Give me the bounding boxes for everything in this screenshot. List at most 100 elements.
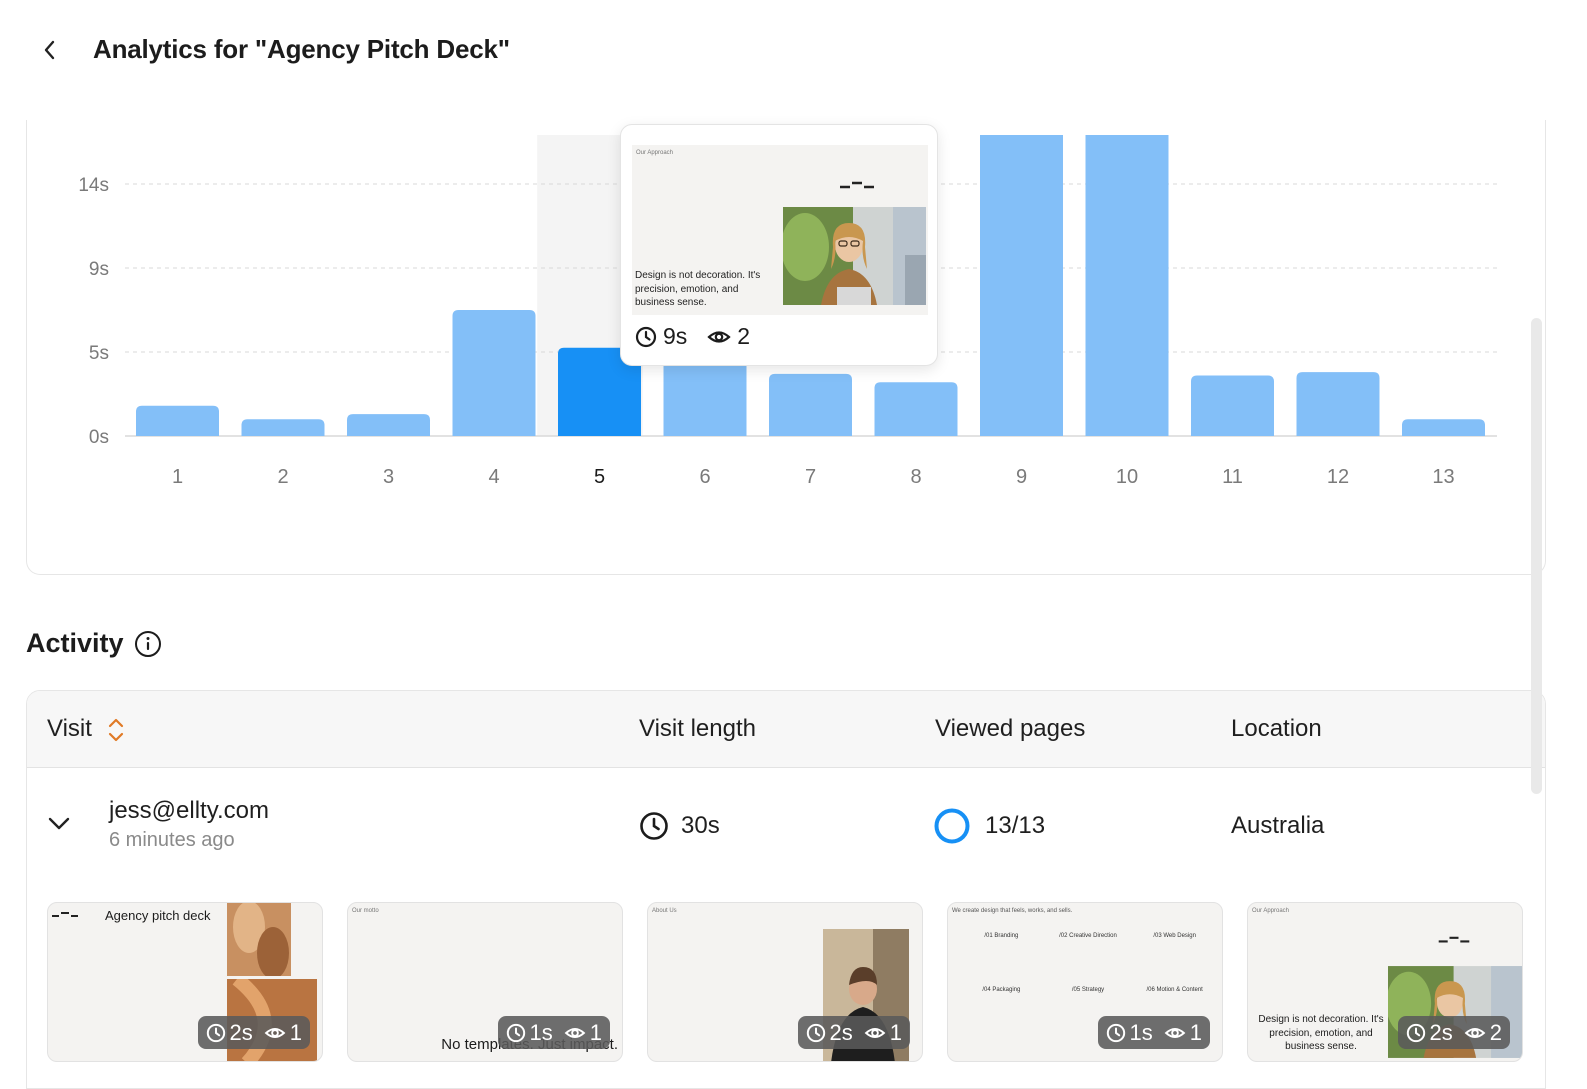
eye-icon [1464,1027,1486,1038]
y-tick-label: 14s [78,175,109,196]
eye-icon [1164,1027,1186,1038]
page-time: 2s [829,1019,853,1045]
scrollbar-thumb[interactable] [1531,318,1542,794]
x-tick-label: 11 [1222,466,1243,488]
chart-bar[interactable] [874,382,958,436]
y-tick-label: 9s [89,259,109,280]
clock-icon [806,1023,825,1042]
table-row[interactable]: jess@ellty.com 6 minutes ago 30s 13/13 A… [27,769,1545,889]
viewed-pages-value: 13/13 [985,812,1046,839]
progress-ring-icon [934,808,970,844]
tooltip-stats: 9s 2 [635,323,762,350]
clock-icon [640,812,668,840]
page-thumbnail[interactable]: Our motto No templates. Just impact. 1s … [347,902,623,1062]
page-time: 1s [529,1019,553,1045]
x-tick-label: 8 [910,466,921,488]
chevron-down-icon[interactable] [45,809,73,837]
clock-icon [1106,1023,1125,1042]
page-thumbnail[interactable]: Our Approach Design is not decoration. I… [1247,902,1523,1062]
y-tick-label: 5s [89,343,109,364]
tooltip-views: 2 [737,323,751,349]
column-location: Location [1231,715,1322,742]
chart-bar[interactable] [1191,375,1274,436]
page-thumbnail[interactable]: About Us 2s 1 [647,902,923,1062]
service-item: /05 Strategy [1071,987,1105,993]
visit-length-cell: 30s [639,811,720,841]
wood-photo [227,903,291,976]
slide-label: Our motto [352,908,379,914]
column-visit-length: Visit length [639,715,756,742]
chart-bar[interactable] [136,405,219,436]
slide-label: Our Approach [636,150,674,156]
slide-label: Our Approach [1252,908,1290,914]
chart-bar[interactable] [1402,419,1485,436]
x-tick-label: 12 [1327,466,1349,488]
slide-quote: Design is not decoration. It's precision… [635,270,761,308]
chart-bar[interactable] [241,419,325,436]
table-header: Visit Visit length Viewed pages Location [27,691,1545,768]
eye-icon [707,330,731,343]
page-views: 2 [1489,1019,1502,1045]
x-tick-label: 7 [805,466,816,488]
activity-heading: Activity [26,628,162,659]
chart-bar[interactable] [1085,135,1169,436]
column-viewed-pages: Viewed pages [935,715,1086,742]
activity-table: Visit Visit length Viewed pages Location… [26,690,1546,1089]
page-time: 2s [229,1019,253,1045]
column-visit-label: Visit [47,715,92,742]
brand-logo-icon [52,912,78,917]
x-tick-label: 10 [1116,466,1138,488]
info-icon[interactable] [134,630,162,658]
chart-bar[interactable] [980,135,1063,436]
bar-tooltip: Our Approach Design is not decoration. I… [620,124,938,366]
page-time: 2s [1429,1019,1453,1045]
eye-icon [264,1027,286,1038]
page-stats-badge: 1s 1 [497,1016,610,1049]
brand-logo-icon [1438,936,1470,943]
slide-title: Agency pitch deck [105,908,211,923]
sort-icon[interactable] [107,717,125,743]
page-views: 1 [889,1019,902,1045]
page-stats-badge: 1s 1 [1097,1016,1210,1049]
x-tick-label: 3 [383,466,394,488]
x-tick-label: 5 [594,466,605,488]
eye-icon [864,1027,886,1038]
location-value: Australia [1231,812,1325,839]
x-tick-label: 6 [699,466,710,488]
page-thumbnail[interactable]: Agency pitch deck 2s 1 [47,902,323,1062]
chart-bar[interactable] [452,310,536,436]
page-views: 1 [1189,1019,1202,1045]
x-tick-label: 4 [488,466,499,488]
chevron-left-icon [44,40,55,60]
y-tick-label: 0s [89,427,109,448]
slide-quote: Design is not decoration. It's precision… [1258,1014,1384,1052]
eye-icon [564,1027,586,1038]
service-item: /01 Branding [984,933,1019,939]
page-stats-badge: 2s 1 [197,1016,310,1049]
viewed-pages-cell: 13/13 [933,807,1045,845]
x-tick-label: 13 [1432,466,1454,488]
column-visit[interactable]: Visit [47,715,125,743]
chart-bar[interactable] [347,414,430,436]
tooltip-time: 9s [663,323,688,349]
page-header: Analytics for "Agency Pitch Deck" [0,0,1587,100]
chart-bar[interactable] [769,373,852,436]
activity-title: Activity [26,628,124,658]
x-tick-label: 2 [277,466,288,488]
service-item: /02 Creative Direction [1059,933,1117,939]
page-thumbnail[interactable]: We create design that feels, works, and … [947,902,1223,1062]
chart-bar[interactable] [1296,372,1380,436]
x-tick-label: 1 [172,466,183,488]
page-time: 1s [1129,1019,1153,1045]
page-thumbnails: Agency pitch deck 2s 1 Our motto No temp… [47,902,1527,1062]
clock-icon [206,1023,225,1042]
back-button[interactable] [36,36,64,64]
clock-icon [1406,1023,1425,1042]
slide-label: We create design that feels, works, and … [952,908,1073,914]
service-item: /06 Motion & Content [1146,987,1203,993]
page-stats-badge: 2s 1 [797,1016,910,1049]
visit-time-ago: 6 minutes ago [109,829,235,851]
service-item: /03 Web Design [1153,933,1196,939]
page-views: 1 [589,1019,602,1045]
clock-icon [635,326,657,347]
